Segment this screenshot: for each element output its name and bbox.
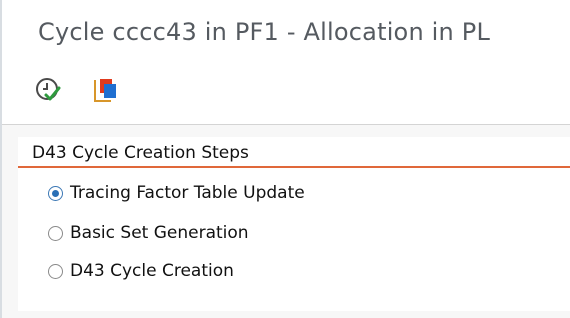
- group-title: D43 Cycle Creation Steps: [32, 143, 249, 163]
- copy-documents-icon: [91, 75, 121, 109]
- radio-button[interactable]: [48, 225, 63, 241]
- steps-panel: D43 Cycle Creation Steps Tracing Factor …: [18, 137, 570, 311]
- radio-label: D43 Cycle Creation: [70, 261, 234, 281]
- main-content: D43 Cycle Creation Steps Tracing Factor …: [2, 125, 570, 318]
- page-title: Cycle cccc43 in PF1 - Allocation in PL: [38, 18, 491, 46]
- execute-button[interactable]: [32, 76, 64, 108]
- radio-option-cycle-creation[interactable]: D43 Cycle Creation: [48, 258, 234, 284]
- radio-button[interactable]: [48, 263, 63, 279]
- title-bar: Cycle cccc43 in PF1 - Allocation in PL: [2, 0, 570, 62]
- app-window: Cycle cccc43 in PF1 - Allocation in PL D…: [0, 0, 570, 318]
- copy-button[interactable]: [90, 76, 122, 108]
- execute-clock-check-icon: [33, 75, 63, 109]
- radio-label: Basic Set Generation: [70, 223, 249, 243]
- radio-label: Tracing Factor Table Update: [70, 183, 305, 203]
- group-header: D43 Cycle Creation Steps: [18, 137, 570, 168]
- radio-option-tracing-factor[interactable]: Tracing Factor Table Update: [48, 180, 305, 206]
- toolbar: [2, 62, 570, 122]
- radio-button-selected[interactable]: [48, 185, 63, 201]
- radio-option-basic-set[interactable]: Basic Set Generation: [48, 220, 249, 246]
